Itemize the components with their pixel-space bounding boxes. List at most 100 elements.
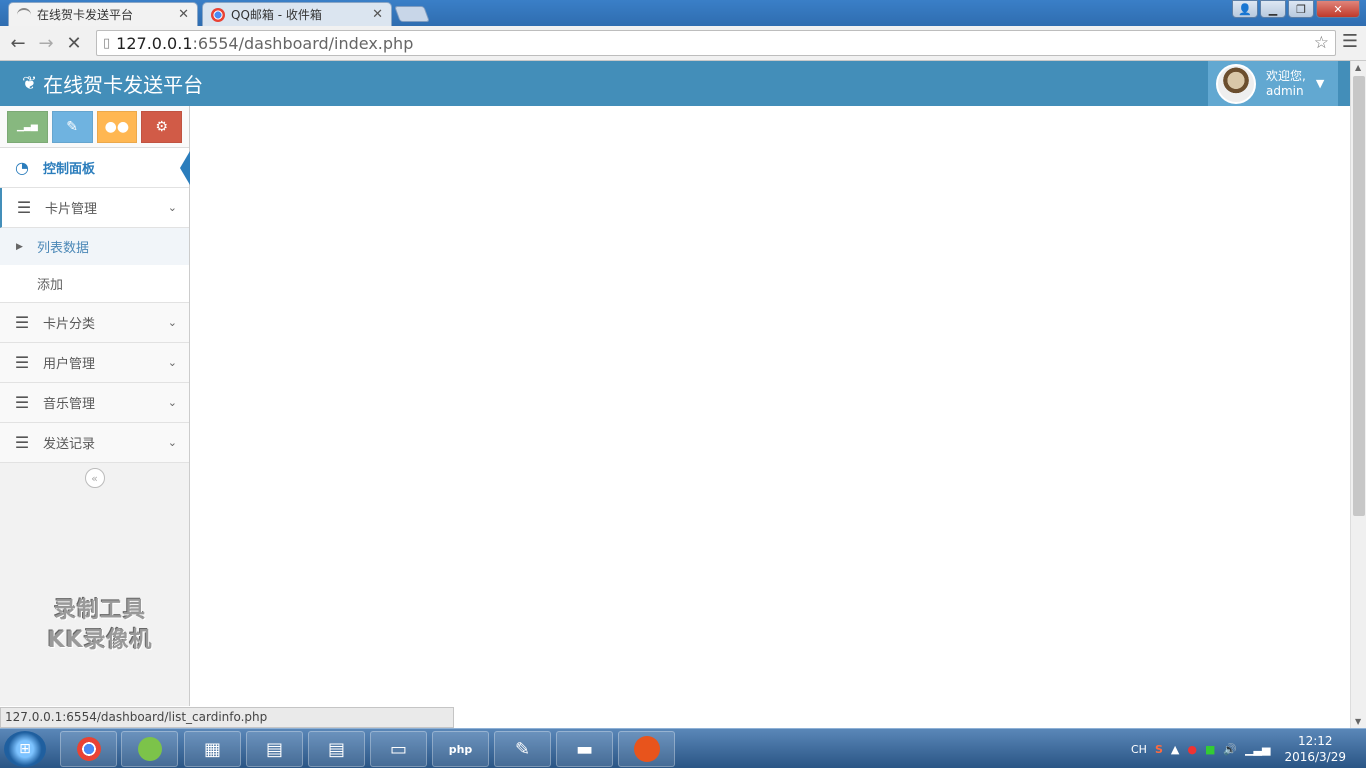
sidebar-item-dashboard[interactable]: ◔ 控制面板 xyxy=(0,148,190,188)
scrollbar-thumb[interactable] xyxy=(1353,76,1365,516)
loading-icon xyxy=(17,7,31,22)
dashboard-icon: ◔ xyxy=(15,158,29,177)
back-icon[interactable]: ← xyxy=(4,29,32,57)
stop-icon[interactable]: ✕ xyxy=(60,29,88,57)
brand-title: 在线贺卡发送平台 xyxy=(43,73,204,97)
shortcut-group-button[interactable]: ●● xyxy=(96,111,138,143)
bookmark-star-icon[interactable]: ☆ xyxy=(1314,33,1329,53)
php-icon: php xyxy=(448,742,473,756)
pencil-icon: ✎ xyxy=(514,738,531,760)
list-icon: ☰ xyxy=(16,198,32,217)
window-controls: 👤 ▁ ❐ ✕ xyxy=(1232,0,1360,18)
volume-icon[interactable]: 🔊 xyxy=(1223,743,1237,756)
sogou-icon[interactable]: S xyxy=(1155,743,1163,756)
watermark-line: KK录像机 xyxy=(47,628,153,653)
taskbar-explorer[interactable]: ▬ xyxy=(556,731,613,767)
recorder-icon xyxy=(633,736,660,762)
chrome-icon xyxy=(211,7,225,22)
windows-taskbar: ⊞ ▦ ▤ ▤ ▭ php ✎ ▬ CH S ▲ ● ■ 🔊 ▁▃▅ 12:12… xyxy=(0,728,1366,768)
notepad-icon: ▤ xyxy=(327,738,345,760)
taskbar-notepad[interactable]: ▤ xyxy=(246,731,303,767)
signal-icon: ▁▃▅ xyxy=(16,122,38,132)
taskbar-image-viewer[interactable]: ▭ xyxy=(370,731,427,767)
watermark-line: 录制工具 xyxy=(53,598,146,623)
tab-title: QQ邮箱 - 收件箱 xyxy=(231,8,322,22)
cogs-icon: ⚙ xyxy=(155,119,168,135)
close-icon[interactable]: ✕ xyxy=(178,7,189,22)
welcome-text: 欢迎您, xyxy=(1266,68,1306,83)
scroll-down-icon[interactable]: ▼ xyxy=(1355,717,1361,726)
taskbar-chrome[interactable] xyxy=(60,731,117,767)
taskbar-control-panel[interactable]: ▦ xyxy=(184,731,241,767)
chevron-down-icon: ⌄ xyxy=(167,356,177,369)
sidebar-item-label: 卡片管理 xyxy=(45,202,98,217)
tab-active[interactable]: 在线贺卡发送平台 ✕ xyxy=(8,2,198,26)
caret-down-icon: ▼ xyxy=(1315,77,1325,90)
main-content xyxy=(191,106,1350,728)
tray-expand-icon[interactable]: ▲ xyxy=(1171,743,1179,756)
clock[interactable]: 12:12 2016/3/29 xyxy=(1284,733,1346,765)
link-status-bar: 127.0.0.1:6554/dashboard/list_cardinfo.p… xyxy=(0,707,454,728)
network-icon[interactable]: ■ xyxy=(1205,743,1215,756)
control-panel-icon: ▦ xyxy=(203,738,221,760)
user-menu[interactable]: 欢迎您, admin ▼ xyxy=(1208,61,1338,106)
start-button[interactable]: ⊞ xyxy=(4,731,46,767)
sidebar-item-card-management[interactable]: ☰ 卡片管理 ⌄ xyxy=(0,188,189,228)
new-tab-button[interactable] xyxy=(394,6,430,22)
user-icon[interactable]: 👤 xyxy=(1232,0,1258,18)
taskbar-editor[interactable]: ✎ xyxy=(494,731,551,767)
window-close-icon[interactable]: ✕ xyxy=(1316,0,1360,18)
folder-icon: ▬ xyxy=(575,738,593,760)
shortcut-pencil-button[interactable]: ✎ xyxy=(51,111,93,143)
app-navbar: ❦ 在线贺卡发送平台 欢迎您, admin ▼ xyxy=(0,61,1350,106)
sidebar-collapse-button[interactable]: « xyxy=(0,463,189,493)
list-icon: ☰ xyxy=(14,313,30,332)
sidebar-item-card-category[interactable]: ☰ 卡片分类 ⌄ xyxy=(0,303,189,343)
group-icon: ●● xyxy=(104,119,130,135)
taskbar-app-green[interactable] xyxy=(121,731,178,767)
signal-icon[interactable]: ▁▃▅ xyxy=(1245,743,1270,756)
input-language[interactable]: CH xyxy=(1131,743,1147,756)
tab-qqmail[interactable]: QQ邮箱 - 收件箱 ✕ xyxy=(202,2,392,26)
browser-menu-icon[interactable]: ☰ xyxy=(1342,31,1358,52)
minimize-icon[interactable]: ▁ xyxy=(1260,0,1286,18)
shortcut-cogs-button[interactable]: ⚙ xyxy=(141,111,182,143)
caret-right-icon: ▶ xyxy=(16,241,23,252)
sidebar-item-music-management[interactable]: ☰ 音乐管理 ⌄ xyxy=(0,383,189,423)
page-icon: ▯ xyxy=(103,35,111,51)
username: admin xyxy=(1266,83,1304,98)
address-bar[interactable]: ▯ 127.0.0.1:6554/dashboard/index.php ☆ xyxy=(96,30,1336,56)
sidebar-item-label: 卡片分类 xyxy=(43,317,96,332)
page-scrollbar[interactable]: ▲ ▼ xyxy=(1350,61,1366,728)
sidebar-item-user-management[interactable]: ☰ 用户管理 ⌄ xyxy=(0,343,189,383)
recorder-watermark: 录制工具 KK录像机 xyxy=(30,596,170,656)
shortcut-signal-button[interactable]: ▁▃▅ xyxy=(7,111,48,143)
list-icon: ☰ xyxy=(14,433,30,452)
sidebar-item-label: 用户管理 xyxy=(43,357,96,372)
brand[interactable]: ❦ 在线贺卡发送平台 xyxy=(22,69,203,98)
scroll-up-icon[interactable]: ▲ xyxy=(1355,63,1361,72)
sidebar-item-send-log[interactable]: ☰ 发送记录 ⌄ xyxy=(0,423,189,463)
sidebar-subitem-label: 添加 xyxy=(37,278,64,293)
sidebar-item-label: 发送记录 xyxy=(43,437,96,452)
sidebar-subitem-label: 列表数据 xyxy=(37,241,90,256)
sidebar-subitem-add[interactable]: 添加 xyxy=(0,265,189,302)
forward-icon[interactable]: → xyxy=(32,29,60,57)
security-icon[interactable]: ● xyxy=(1187,743,1197,756)
sidebar-item-label: 控制面板 xyxy=(43,162,96,177)
sidebar-subitem-list-data[interactable]: ▶ 列表数据 xyxy=(0,228,189,265)
pencil-icon: ✎ xyxy=(66,119,78,135)
taskbar-phpstorm[interactable]: php xyxy=(432,731,489,767)
taskbar-recorder[interactable] xyxy=(618,731,675,767)
chevron-down-icon: ⌄ xyxy=(167,316,177,329)
maximize-icon[interactable]: ❐ xyxy=(1288,0,1314,18)
taskbar-notepad-2[interactable]: ▤ xyxy=(308,731,365,767)
browser-toolbar: ← → ✕ ▯ 127.0.0.1:6554/dashboard/index.p… xyxy=(0,26,1366,61)
avatar xyxy=(1216,63,1256,104)
url-host: 127.0.0.1 xyxy=(116,33,193,53)
leaf-icon: ❦ xyxy=(22,73,38,94)
system-tray: CH S ▲ ● ■ 🔊 ▁▃▅ 12:12 2016/3/29 xyxy=(1131,729,1346,768)
close-icon[interactable]: ✕ xyxy=(372,7,383,22)
clock-time: 12:12 xyxy=(1297,734,1333,748)
app-icon xyxy=(137,737,162,761)
